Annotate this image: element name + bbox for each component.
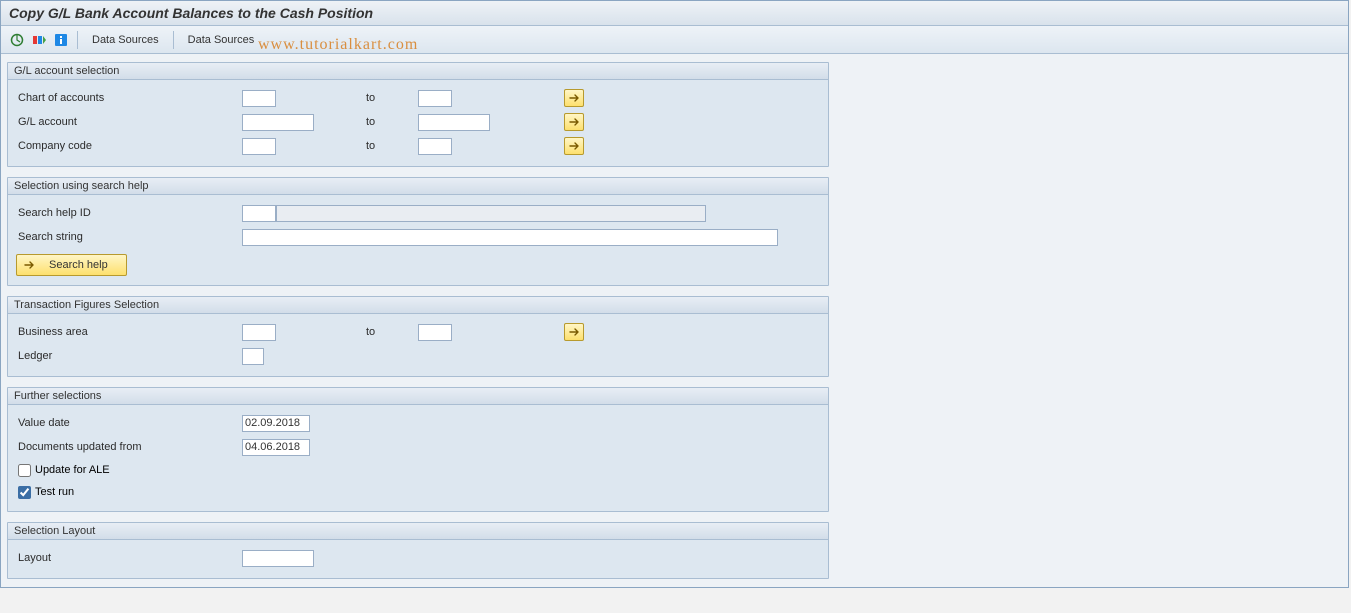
data-sources-2-button[interactable]: Data Sources [182, 32, 261, 48]
content-area: G/L account selection Chart of accounts … [1, 54, 1348, 587]
title-bar: Copy G/L Bank Account Balances to the Ca… [1, 1, 1348, 26]
company-code-label: Company code [16, 140, 242, 152]
gl-account-multiple-button[interactable] [564, 113, 584, 131]
search-help-id-label: Search help ID [16, 207, 242, 219]
documents-updated-from-input[interactable] [242, 439, 310, 456]
update-for-ale-checkbox[interactable] [18, 464, 31, 477]
gl-account-from-input[interactable] [242, 114, 314, 131]
arrow-right-icon [23, 260, 35, 270]
page-title: Copy G/L Bank Account Balances to the Ca… [9, 5, 1340, 21]
to-label: to [362, 326, 418, 338]
gl-account-to-input[interactable] [418, 114, 490, 131]
search-help-button[interactable]: Search help [16, 254, 127, 276]
search-help-id-input[interactable] [276, 205, 706, 222]
company-code-multiple-button[interactable] [564, 137, 584, 155]
business-area-multiple-button[interactable] [564, 323, 584, 341]
group-header: Selection using search help [8, 178, 828, 195]
toolbar-separator [77, 31, 78, 49]
ledger-input[interactable] [242, 348, 264, 365]
app-window: Copy G/L Bank Account Balances to the Ca… [0, 0, 1349, 588]
test-run-label[interactable]: Test run [35, 486, 74, 498]
group-header: G/L account selection [8, 63, 828, 80]
to-label: to [362, 140, 418, 152]
group-transaction-figures: Transaction Figures Selection Business a… [7, 296, 829, 377]
value-date-label: Value date [16, 417, 242, 429]
toolbar-separator [173, 31, 174, 49]
search-help-button-label: Search help [49, 259, 108, 271]
value-date-input[interactable] [242, 415, 310, 432]
search-help-id-short-input[interactable] [242, 205, 276, 222]
layout-label: Layout [16, 552, 242, 564]
toolbar: Data Sources Data Sources [1, 26, 1348, 54]
group-gl-account-selection: G/L account selection Chart of accounts … [7, 62, 829, 167]
variant-icon[interactable] [31, 32, 47, 48]
business-area-label: Business area [16, 326, 242, 338]
business-area-from-input[interactable] [242, 324, 276, 341]
gl-account-label: G/L account [16, 116, 242, 128]
search-string-input[interactable] [242, 229, 778, 246]
to-label: to [362, 116, 418, 128]
company-code-to-input[interactable] [418, 138, 452, 155]
group-further-selections: Further selections Value date Documents … [7, 387, 829, 512]
business-area-to-input[interactable] [418, 324, 452, 341]
group-selection-layout: Selection Layout Layout [7, 522, 829, 579]
chart-of-accounts-to-input[interactable] [418, 90, 452, 107]
layout-input[interactable] [242, 550, 314, 567]
chart-of-accounts-from-input[interactable] [242, 90, 276, 107]
search-string-label: Search string [16, 231, 242, 243]
execute-icon[interactable] [9, 32, 25, 48]
to-label: to [362, 92, 418, 104]
test-run-checkbox[interactable] [18, 486, 31, 499]
group-header: Transaction Figures Selection [8, 297, 828, 314]
company-code-from-input[interactable] [242, 138, 276, 155]
info-icon[interactable] [53, 32, 69, 48]
ledger-label: Ledger [16, 350, 242, 362]
data-sources-1-button[interactable]: Data Sources [86, 32, 165, 48]
chart-of-accounts-label: Chart of accounts [16, 92, 242, 104]
group-header: Selection Layout [8, 523, 828, 540]
group-header: Further selections [8, 388, 828, 405]
documents-updated-from-label: Documents updated from [16, 441, 242, 453]
update-for-ale-label[interactable]: Update for ALE [35, 464, 110, 476]
group-search-help: Selection using search help Search help … [7, 177, 829, 286]
chart-of-accounts-multiple-button[interactable] [564, 89, 584, 107]
